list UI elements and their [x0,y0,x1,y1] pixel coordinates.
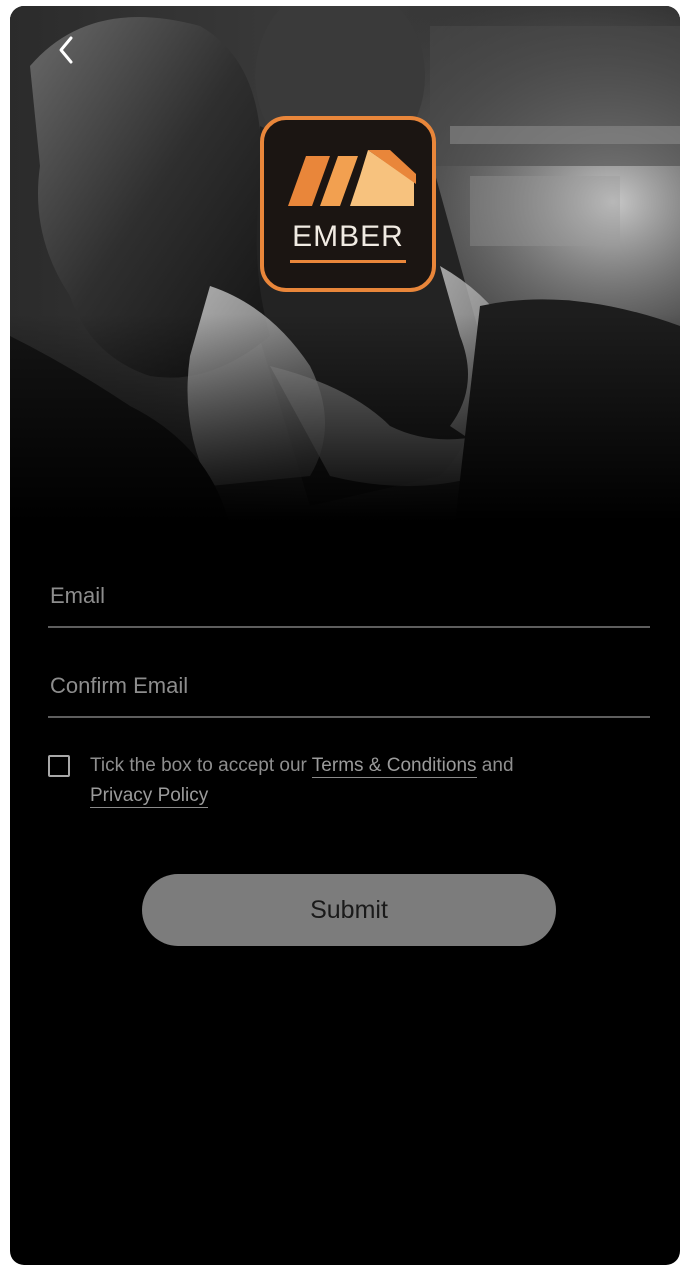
confirm-email-input[interactable] [48,656,650,716]
ember-logo-mark-icon [288,150,416,206]
terms-middle: and [476,755,514,776]
terms-text: Tick the box to accept our Terms & Condi… [90,751,650,811]
privacy-policy-link[interactable]: Privacy Policy [90,785,209,808]
ember-logo: EMBER [260,116,436,292]
logo-wordmark: EMBER [292,220,404,253]
submit-button[interactable]: Submit [142,874,556,946]
hero-photo: EMBER [10,6,680,566]
back-button[interactable] [46,30,86,70]
confirm-email-field-container [48,656,650,718]
email-field-container [48,566,650,628]
email-input[interactable] [48,566,650,626]
terms-checkbox[interactable] [48,755,70,777]
terms-prefix: Tick the box to accept our [90,755,312,776]
terms-and-conditions-link[interactable]: Terms & Conditions [311,755,477,778]
chevron-left-icon [59,36,73,64]
app-screen: EMBER Tick the box to accept our Terms &… [10,6,680,1265]
logo-underline [290,260,406,263]
